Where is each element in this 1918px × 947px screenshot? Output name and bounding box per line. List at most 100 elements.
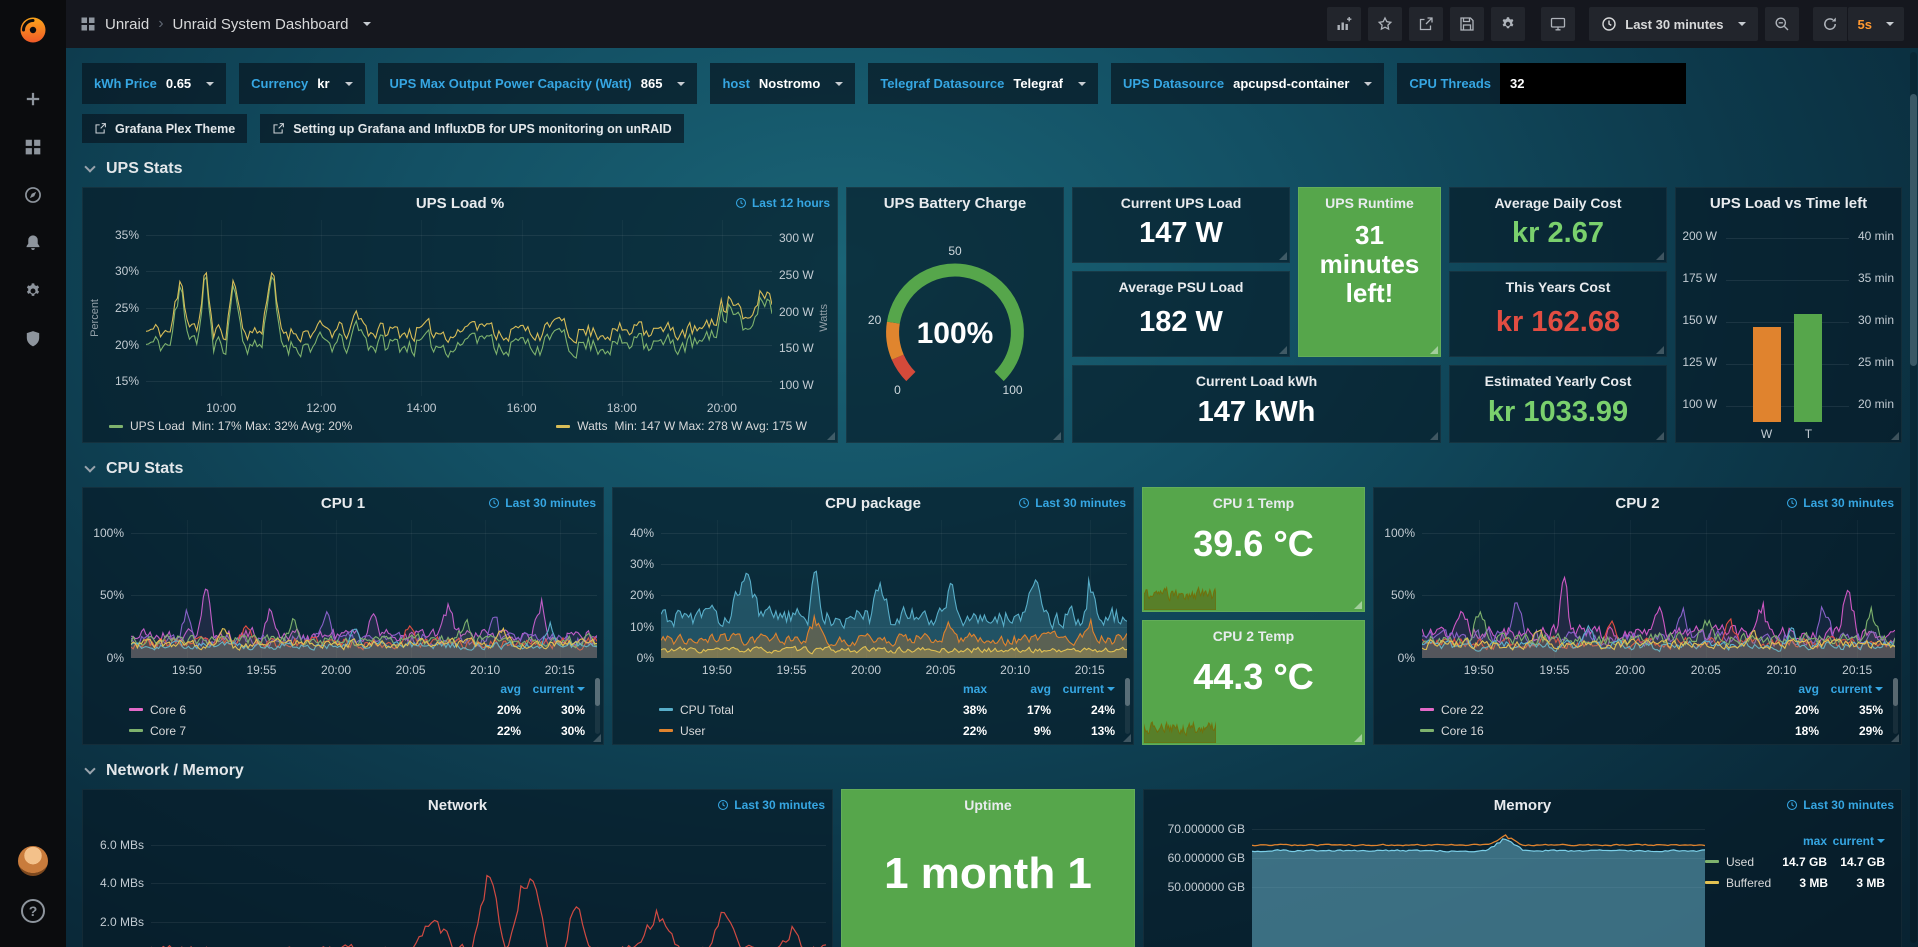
section-cpu-stats[interactable]: CPU Stats: [84, 460, 1902, 478]
dashboard-link-ups-monitoring-guide[interactable]: Setting up Grafana and InfluxDB for UPS …: [260, 114, 683, 143]
stat-title: UPS Runtime: [1299, 195, 1440, 211]
scrollbar-thumb[interactable]: [1910, 94, 1917, 366]
panel-title[interactable]: Network: [428, 797, 487, 814]
y-axis-tick: 150 W: [1682, 313, 1717, 327]
save-dashboard-button[interactable]: [1450, 7, 1484, 41]
add-panel-button[interactable]: [1327, 7, 1361, 41]
breadcrumb-folder[interactable]: Unraid: [105, 16, 149, 33]
legend-column-header[interactable]: max: [923, 682, 987, 696]
legend-series-row[interactable]: Buffered3 MB3 MB: [1705, 872, 1885, 893]
y-axis-tick: 100 W: [1682, 397, 1717, 411]
dashboard-link-grafana-plex-theme[interactable]: Grafana Plex Theme: [82, 114, 247, 143]
section-network-memory[interactable]: Network / Memory: [84, 762, 1902, 780]
legend-column-header[interactable]: avg: [1755, 682, 1819, 696]
legend-scrollbar[interactable]: [1125, 678, 1130, 734]
refresh-interval-label: 5s: [1858, 17, 1872, 32]
clock-icon: [1601, 16, 1617, 32]
legend-scrollbar[interactable]: [595, 678, 600, 734]
grafana-logo[interactable]: [17, 14, 49, 49]
dashboards-grid-icon: [24, 138, 42, 156]
legend-column-header[interactable]: current: [521, 682, 585, 696]
dashboard-settings-button[interactable]: [1491, 7, 1525, 41]
plot-area[interactable]: 10:0012:0014:0016:0018:0020:00: [146, 220, 772, 416]
variable-ups-datasource[interactable]: UPS Datasource apcupsd-container: [1111, 63, 1384, 104]
legend-series-name: User: [680, 724, 705, 738]
variable-value: 0.65: [166, 76, 191, 91]
x-axis-tick: 20:05: [1691, 663, 1721, 677]
legend-column-header[interactable]: avg: [457, 682, 521, 696]
chart-canvas[interactable]: [661, 520, 1127, 658]
refresh-interval-picker[interactable]: 5s: [1848, 7, 1904, 41]
legend-column-header[interactable]: current: [1051, 682, 1115, 696]
y-axis-tick: 0%: [1398, 651, 1415, 665]
legend-series-value: 18%: [1755, 724, 1819, 738]
plot-area[interactable]: 19:5019:5520:0020:0520:1020:15: [1422, 520, 1895, 678]
legend-series-row[interactable]: User22%9%13%: [659, 720, 1115, 741]
cpu-threads-input[interactable]: [1500, 63, 1686, 104]
legend-header-row: maxavgcurrent: [659, 678, 1115, 699]
x-axis-tick: 20:10: [1766, 663, 1796, 677]
stat-title: Uptime: [842, 797, 1134, 813]
legend-series-row[interactable]: Core 620%30%: [129, 699, 585, 720]
legend-column-header[interactable]: current: [1827, 834, 1885, 848]
legend-series-row[interactable]: Core 1618%29%: [1420, 720, 1883, 741]
x-axis-tick: 16:00: [507, 401, 537, 415]
legend-item-watts[interactable]: Watts Min: 147 W Max: 278 W Avg: 175 W: [556, 419, 807, 433]
user-avatar-button[interactable]: [0, 837, 66, 885]
refresh-dashboard-button[interactable]: [1813, 7, 1847, 41]
plot-area[interactable]: [1252, 822, 1705, 947]
legend-column-header[interactable]: current: [1819, 682, 1883, 696]
panel-title[interactable]: CPU package: [825, 495, 921, 512]
sidebar-server-admin-button[interactable]: [0, 315, 66, 363]
zoom-out-time-button[interactable]: [1765, 7, 1799, 41]
panel-title[interactable]: CPU 1: [321, 495, 365, 512]
time-range-picker-button[interactable]: Last 30 minutes: [1589, 7, 1757, 41]
sidebar-create-button[interactable]: [0, 75, 66, 123]
variable-currency[interactable]: Currency kr: [239, 63, 364, 104]
legend-series-row[interactable]: Core 722%30%: [129, 720, 585, 741]
panel-title[interactable]: CPU 2: [1615, 495, 1659, 512]
panel-title[interactable]: UPS Load vs Time left: [1710, 195, 1867, 212]
legend-header-row: avgcurrent: [1420, 678, 1883, 699]
chart-canvas[interactable]: [131, 520, 597, 658]
plot-area[interactable]: 19:5019:5520:0020:0520:1020:15: [131, 520, 597, 678]
chart-canvas[interactable]: [151, 822, 826, 947]
series-color-dash: [1705, 860, 1719, 863]
plot-area[interactable]: 19:5019:5520:0020:0520:1020:15: [661, 520, 1127, 678]
legend-series-row[interactable]: CPU Total38%17%24%: [659, 699, 1115, 720]
bar-watts[interactable]: [1753, 327, 1781, 422]
legend-scrollbar[interactable]: [1893, 678, 1898, 734]
legend-series-row[interactable]: Core 2220%35%: [1420, 699, 1883, 720]
bar-chart-plot[interactable]: WT: [1726, 222, 1849, 442]
legend-series-row[interactable]: Used14.7 GB14.7 GB: [1705, 851, 1885, 872]
graph-body: 100%50%0% 19:5019:5520:0020:0520:1020:15: [83, 518, 603, 678]
cycle-view-mode-button[interactable]: [1541, 7, 1575, 41]
panel-title[interactable]: UPS Battery Charge: [884, 195, 1027, 212]
sidebar-dashboards-button[interactable]: [0, 123, 66, 171]
ups-cost-column: Average Daily Cost kr 2.67 This Years Co…: [1449, 187, 1667, 443]
panel-title[interactable]: Memory: [1494, 797, 1552, 814]
plot-area[interactable]: [151, 822, 826, 947]
mark-favorite-button[interactable]: [1368, 7, 1402, 41]
legend-column-header[interactable]: avg: [987, 682, 1051, 696]
chart-canvas[interactable]: [1252, 822, 1705, 947]
chart-canvas[interactable]: [1422, 520, 1895, 658]
sidebar-configuration-button[interactable]: [0, 267, 66, 315]
legend-column-header[interactable]: max: [1769, 834, 1827, 848]
variable-telegraf-datasource[interactable]: Telegraf Datasource Telegraf: [868, 63, 1098, 104]
legend-item-ups-load[interactable]: UPS Load Min: 17% Max: 32% Avg: 20%: [109, 419, 352, 433]
sidebar-alerting-button[interactable]: [0, 219, 66, 267]
breadcrumb-dashboard-title[interactable]: Unraid System Dashboard: [173, 16, 349, 33]
share-dashboard-button[interactable]: [1409, 7, 1443, 41]
variable-host[interactable]: host Nostromo: [710, 63, 855, 104]
bar-time-left[interactable]: [1794, 314, 1822, 422]
variable-kwh-price[interactable]: kWh Price 0.65: [82, 63, 226, 104]
sidebar-explore-button[interactable]: [0, 171, 66, 219]
section-title: CPU Stats: [106, 460, 183, 478]
variable-ups-max-output[interactable]: UPS Max Output Power Capacity (Watt) 865: [378, 63, 698, 104]
chart-canvas[interactable]: [146, 220, 772, 396]
y-axis-tick: 200 W: [1682, 229, 1717, 243]
panel-title[interactable]: UPS Load %: [416, 195, 504, 212]
section-ups-stats[interactable]: UPS Stats: [84, 160, 1902, 178]
help-button[interactable]: ?: [0, 887, 66, 935]
